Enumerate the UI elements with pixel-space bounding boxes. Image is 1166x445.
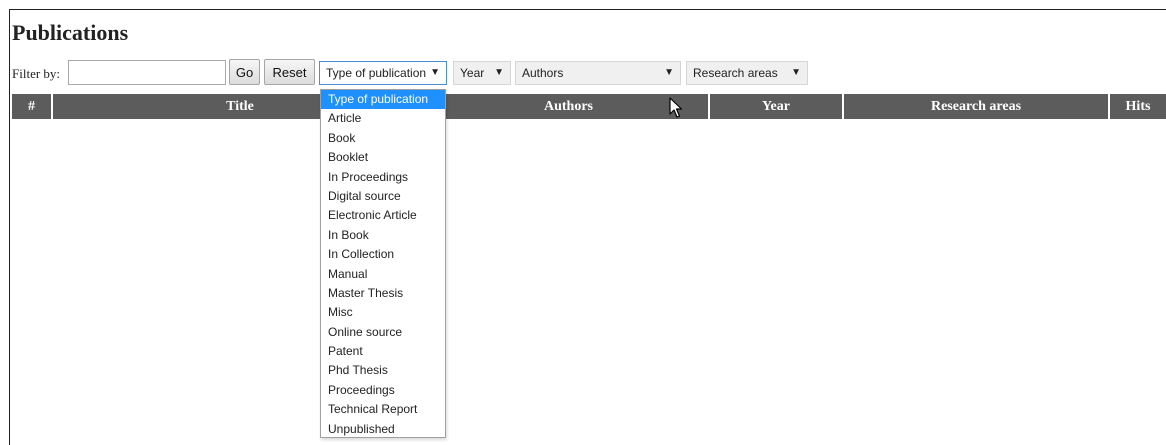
table-header: # Title Authors Year Research areas Hits: [12, 94, 1166, 119]
publication-type-dropdown: Type of publication Article Book Booklet In …: [320, 89, 446, 438]
dropdown-option[interactable]: In Collection: [321, 245, 445, 264]
year-select-value: Year: [460, 66, 485, 80]
dropdown-option[interactable]: Proceedings: [321, 381, 445, 400]
dropdown-option[interactable]: Master Thesis: [321, 284, 445, 303]
type-select-value: Type of publication: [326, 66, 427, 80]
dropdown-option[interactable]: Phd Thesis: [321, 361, 445, 380]
column-header-hits[interactable]: Hits: [1110, 94, 1166, 119]
dropdown-option[interactable]: Technical Report: [321, 400, 445, 419]
year-select[interactable]: Year ▼: [453, 61, 511, 85]
reset-button[interactable]: Reset: [264, 59, 315, 85]
column-header-research-areas[interactable]: Research areas: [844, 94, 1110, 119]
dropdown-option[interactable]: Electronic Article: [321, 206, 445, 225]
column-header-year[interactable]: Year: [710, 94, 844, 119]
caret-down-icon: ▼: [664, 67, 674, 78]
type-of-publication-select[interactable]: Type of publication ▼: [319, 61, 447, 85]
mouse-pointer-icon: [669, 97, 683, 118]
areas-select-value: Research areas: [693, 66, 778, 80]
dropdown-option[interactable]: Patent: [321, 342, 445, 361]
caret-down-icon: ▼: [791, 67, 801, 78]
dropdown-option[interactable]: Type of publication: [321, 90, 445, 110]
column-header-authors[interactable]: Authors: [429, 94, 710, 119]
dropdown-option[interactable]: Manual: [321, 265, 445, 284]
authors-select-value: Authors: [522, 66, 564, 80]
caret-down-icon: ▼: [494, 67, 504, 78]
dropdown-option[interactable]: Booklet: [321, 148, 445, 167]
filter-input[interactable]: [68, 60, 226, 85]
go-button[interactable]: Go: [229, 59, 260, 85]
dropdown-option[interactable]: Book: [321, 129, 445, 148]
column-header-number[interactable]: #: [12, 94, 53, 119]
page-title: Publications: [12, 20, 129, 45]
dropdown-option[interactable]: In Proceedings: [321, 168, 445, 187]
research-areas-select[interactable]: Research areas ▼: [686, 61, 808, 85]
dropdown-option[interactable]: Unpublished: [321, 420, 445, 439]
authors-select[interactable]: Authors ▼: [515, 61, 681, 85]
dropdown-option[interactable]: In Book: [321, 226, 445, 245]
dropdown-option[interactable]: Online source: [321, 323, 445, 342]
dropdown-option[interactable]: Misc: [321, 303, 445, 322]
dropdown-option[interactable]: Digital source: [321, 187, 445, 206]
dropdown-option[interactable]: Article: [321, 109, 445, 128]
caret-down-icon: ▼: [430, 67, 440, 78]
filter-label: Filter by:: [12, 66, 61, 81]
